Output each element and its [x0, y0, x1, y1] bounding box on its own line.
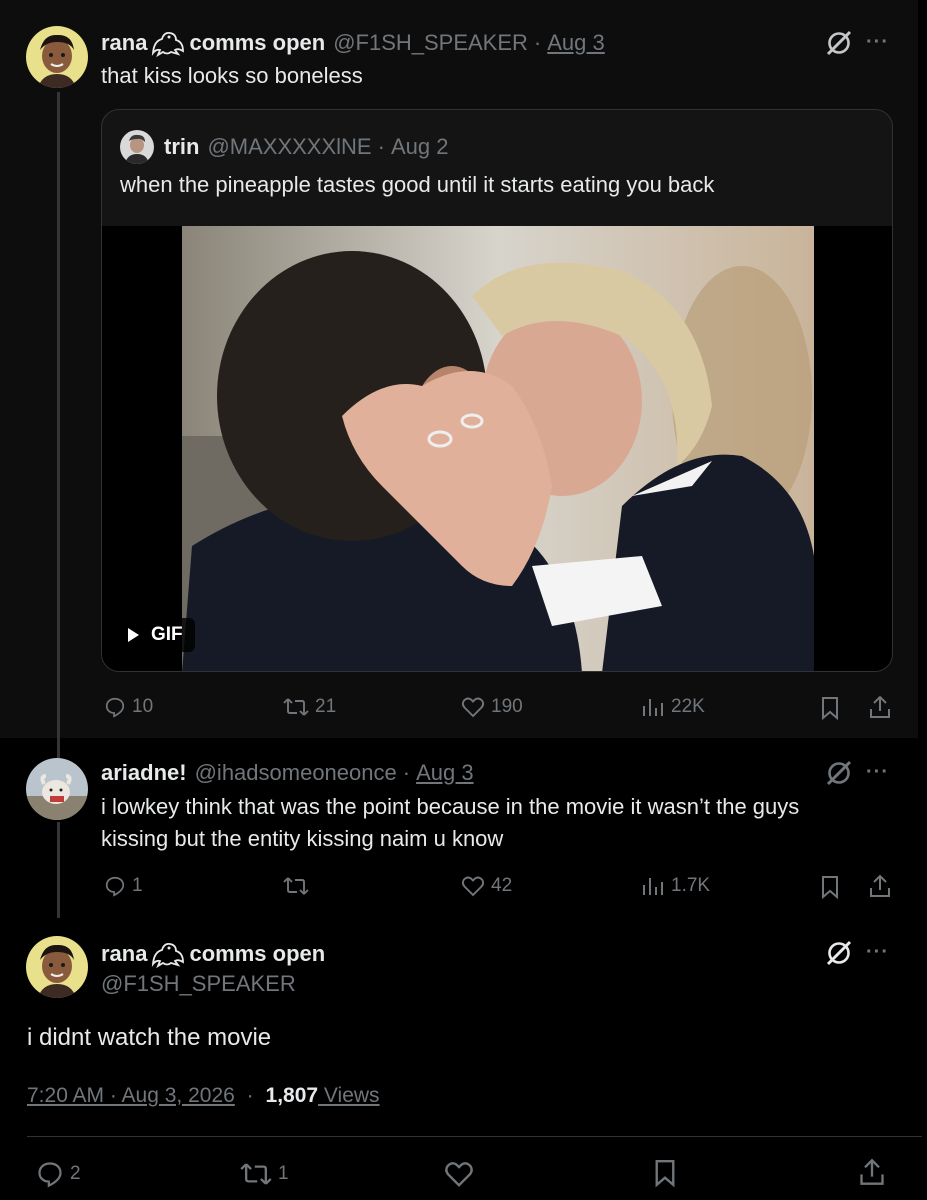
post-text: that kiss looks so boneless — [101, 63, 363, 88]
divider — [27, 1136, 922, 1137]
bookmark-icon[interactable] — [819, 696, 841, 720]
post-header: ariadne! @ihadsomeoneonce · Aug 3 — [101, 760, 474, 786]
separator: · — [533, 30, 542, 55]
thread-line — [57, 822, 60, 918]
grok-icon[interactable] — [824, 28, 854, 58]
handle-row: @F1SH_SPEAKER — [101, 971, 296, 997]
thread-line — [57, 92, 60, 738]
reply-icon — [38, 1162, 62, 1188]
reply-icon — [105, 876, 125, 897]
repost-count: 1 — [278, 1163, 289, 1184]
post-text-line-2: kissing but the entity kissing naim u kn… — [101, 826, 504, 851]
repost-icon — [240, 1163, 272, 1185]
repost-button[interactable] — [283, 875, 315, 897]
frog-emoji-icon — [150, 29, 186, 58]
reply-button[interactable]: 2 — [36, 1160, 81, 1188]
separator: · — [246, 1084, 254, 1107]
avatar[interactable] — [26, 936, 88, 998]
quoted-date: Aug 2 — [390, 134, 449, 159]
name-suffix: comms open — [189, 30, 326, 55]
quoted-handle: @MAXXXXXlNE — [207, 134, 372, 159]
analytics-icon — [643, 699, 663, 716]
like-button[interactable]: 190 — [461, 696, 523, 718]
focused-post: rana comms open @F1SH_SPEAKER ··· i didn… — [0, 918, 927, 1200]
avatar[interactable] — [26, 758, 88, 820]
repost-button[interactable]: 1 — [240, 1160, 289, 1188]
handle[interactable]: @F1SH_SPEAKER — [333, 30, 528, 56]
thread-line — [57, 738, 60, 758]
more-options-icon[interactable]: ··· — [866, 760, 892, 790]
views-count: 1.7K — [671, 875, 711, 896]
frog-emoji-icon — [150, 940, 186, 969]
share-icon[interactable] — [868, 873, 892, 899]
heart-icon — [461, 876, 485, 897]
bookmark-icon[interactable] — [652, 1158, 678, 1188]
repost-icon — [283, 698, 309, 716]
quoted-post-header: trin @MAXXXXXlNE · Aug 2 — [120, 130, 448, 164]
like-count: 42 — [491, 875, 513, 896]
like-button[interactable]: 42 — [461, 875, 512, 897]
views-label[interactable]: Views — [318, 1084, 380, 1107]
display-name[interactable]: ariadne! — [101, 760, 187, 786]
play-icon — [128, 628, 139, 642]
like-button[interactable] — [444, 1160, 480, 1188]
share-icon[interactable] — [868, 694, 892, 720]
reply-count: 2 — [70, 1163, 81, 1184]
views-button[interactable]: 1.7K — [641, 875, 710, 897]
repost-button[interactable]: 21 — [283, 696, 336, 718]
reply-post[interactable]: ariadne! @ihadsomeoneonce · Aug 3 ··· i … — [0, 738, 918, 918]
handle[interactable]: @ihadsomeoneonce — [195, 760, 397, 786]
heart-icon — [445, 1162, 473, 1187]
timestamp-link[interactable]: 7:20 AM · Aug 3, 2026 — [27, 1084, 235, 1107]
reply-icon — [105, 697, 125, 718]
bookmark-icon[interactable] — [819, 875, 841, 899]
separator: · — [402, 760, 411, 785]
post-meta: 7:20 AM · Aug 3, 2026 · 1,807 Views — [27, 1084, 380, 1108]
views-number: 1,807 — [265, 1084, 319, 1107]
quoted-text: when the pineapple tastes good until it … — [120, 172, 715, 197]
gif-label: GIF — [151, 624, 183, 645]
post-header: rana comms open — [101, 940, 326, 969]
name-suffix: comms open — [189, 941, 326, 966]
parent-post[interactable]: rana comms open @F1SH_SPEAKER · Aug 3 ··… — [0, 0, 918, 738]
more-options-icon[interactable]: ··· — [866, 940, 892, 970]
avatar[interactable] — [26, 26, 88, 88]
gif-media[interactable]: GIF — [102, 226, 892, 671]
repost-count: 21 — [315, 696, 337, 717]
quoted-avatar[interactable] — [120, 130, 154, 164]
share-icon[interactable] — [858, 1156, 886, 1188]
repost-icon — [283, 877, 309, 895]
quoted-post[interactable]: trin @MAXXXXXlNE · Aug 2 when the pineap… — [101, 109, 893, 672]
gif-badge[interactable]: GIF — [116, 618, 195, 652]
reply-count: 1 — [132, 875, 143, 896]
reply-button[interactable]: 1 — [104, 875, 143, 897]
reply-button[interactable]: 10 — [104, 696, 153, 718]
like-count: 190 — [491, 696, 523, 717]
separator: · — [377, 134, 385, 159]
grok-icon[interactable] — [824, 758, 854, 788]
views-button[interactable]: 22K — [641, 696, 705, 718]
post-date-link[interactable]: Aug 3 — [416, 760, 474, 786]
post-date-link[interactable]: Aug 3 — [547, 30, 605, 56]
post-text: i didnt watch the movie — [27, 1024, 272, 1051]
post-text-line-1: i lowkey think that was the point becaus… — [101, 794, 800, 819]
analytics-icon — [643, 878, 663, 895]
display-name[interactable]: rana — [101, 30, 147, 56]
views-count: 22K — [671, 696, 705, 717]
post-header: rana comms open @F1SH_SPEAKER · Aug 3 — [101, 29, 605, 58]
gif-frame — [182, 226, 814, 671]
grok-icon[interactable] — [824, 938, 854, 968]
reply-count: 10 — [132, 696, 154, 717]
heart-icon — [461, 697, 485, 718]
more-options-icon[interactable]: ··· — [866, 30, 892, 60]
display-name[interactable]: rana — [101, 941, 147, 967]
handle[interactable]: @F1SH_SPEAKER — [101, 971, 296, 997]
quoted-display-name: trin — [164, 134, 200, 159]
